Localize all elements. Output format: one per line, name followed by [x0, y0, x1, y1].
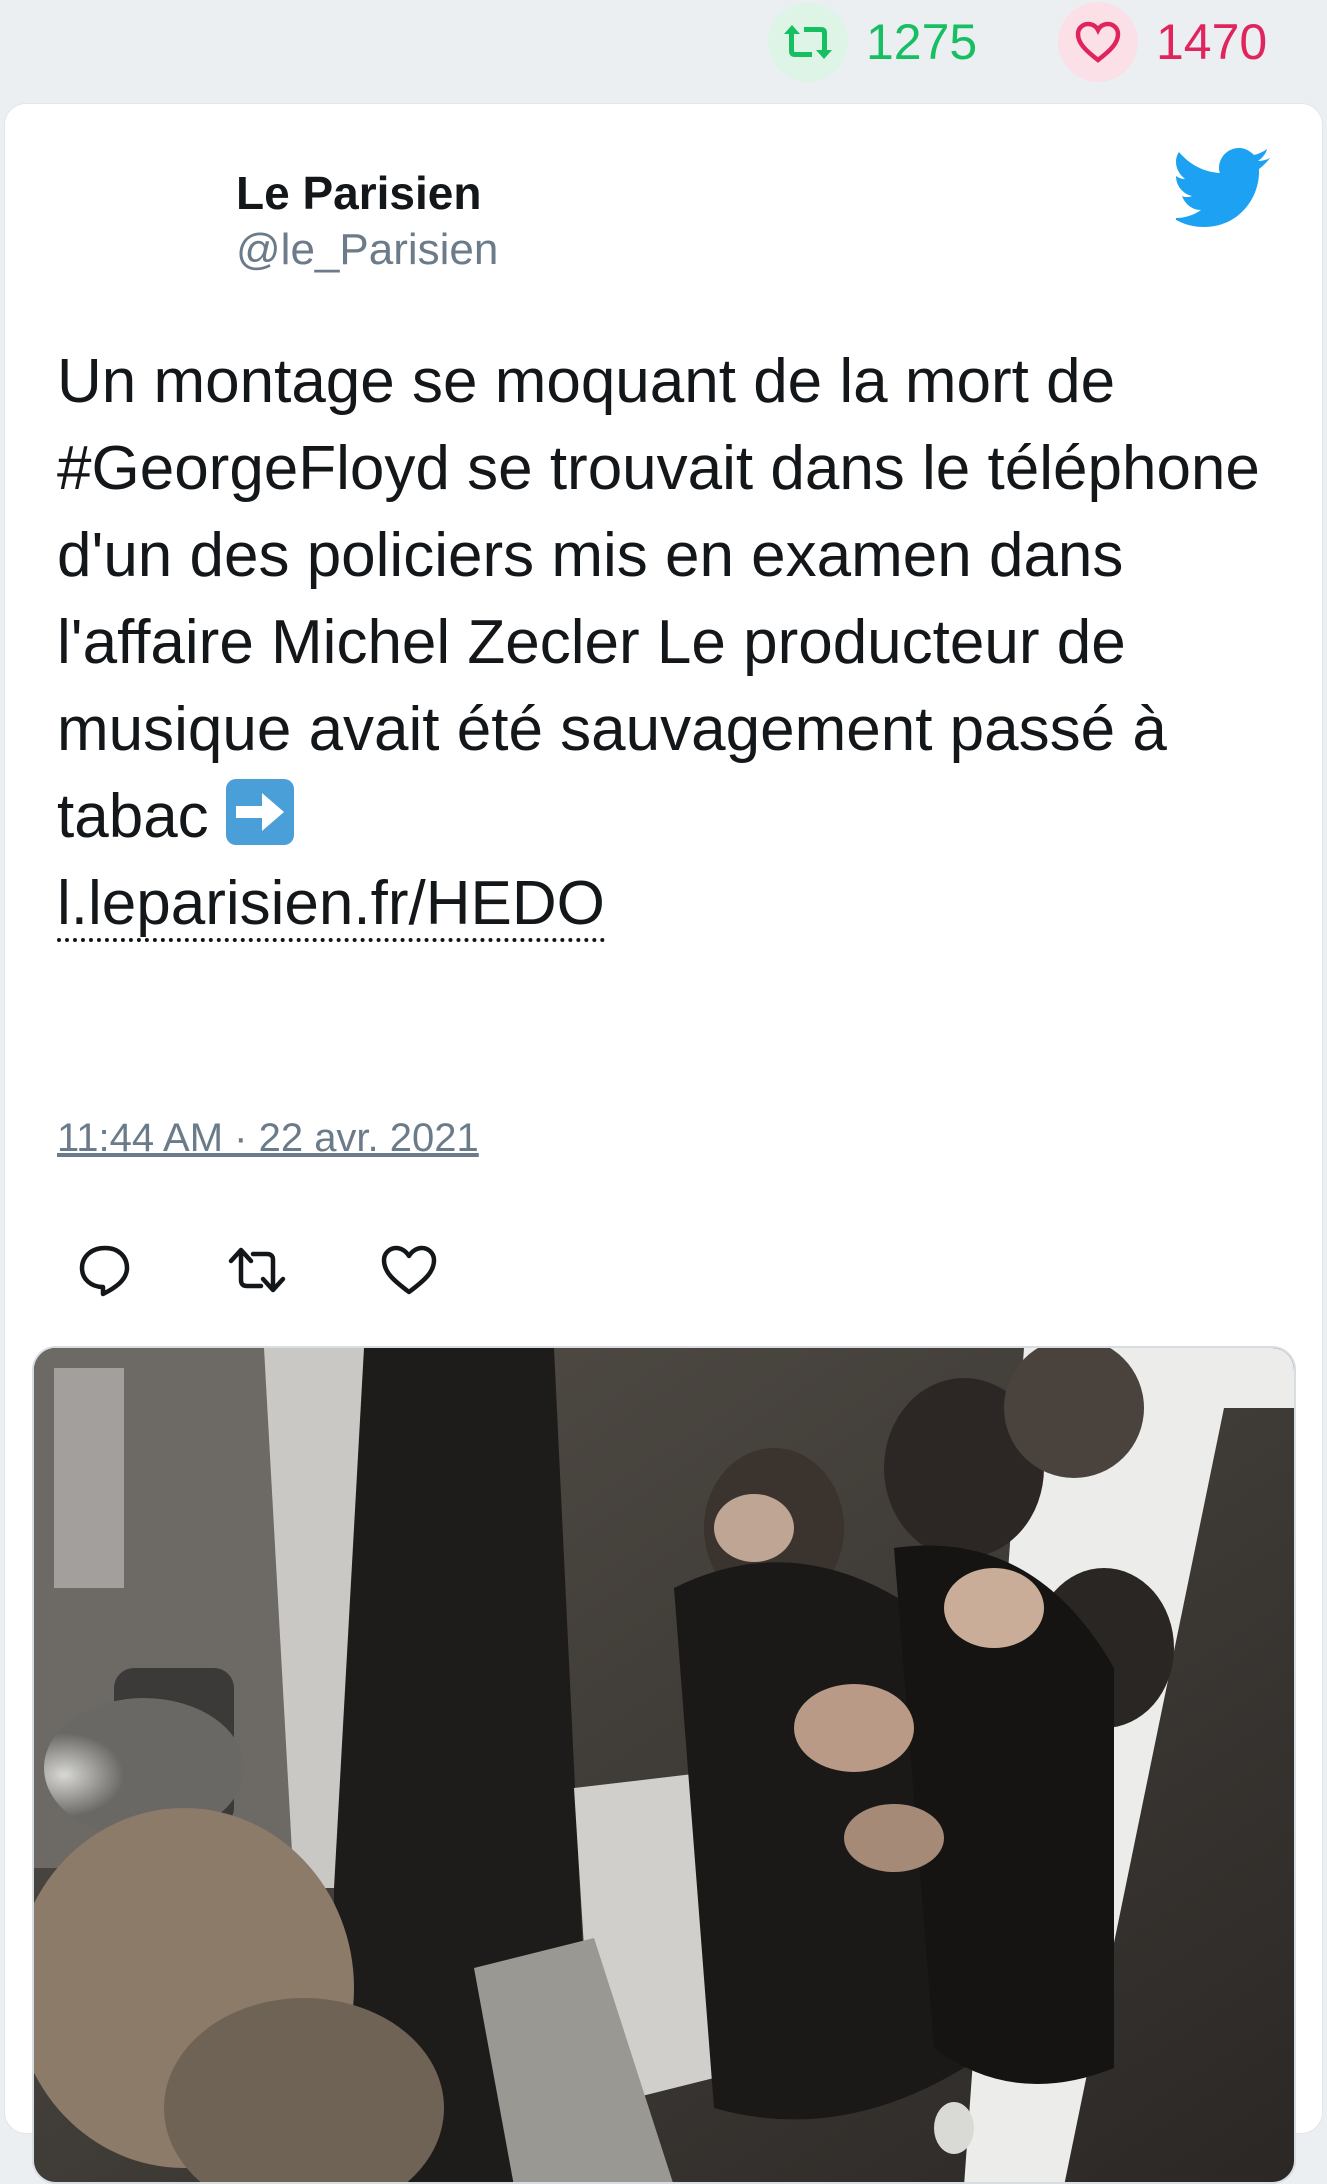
author-name[interactable]: Le Parisien: [236, 164, 498, 222]
like-action-icon[interactable]: [379, 1242, 439, 1298]
retweet-count[interactable]: 1275: [768, 0, 977, 84]
tweet-timestamp[interactable]: 11:44 AM · 22 avr. 2021: [57, 1116, 479, 1161]
arrow-right-icon: [225, 779, 294, 845]
retweet-action-icon[interactable]: [227, 1242, 287, 1298]
like-count-value: 1470: [1156, 14, 1268, 70]
tweet-media-image[interactable]: [32, 1346, 1296, 2184]
cctv-photo: [34, 1348, 1294, 2182]
tweet-actions: [75, 1242, 439, 1298]
tweet-author[interactable]: Le Parisien @le_Parisien: [236, 164, 498, 278]
like-count[interactable]: 1470: [1058, 0, 1267, 84]
stats-bar: 1275 1470: [0, 0, 1327, 100]
tweet-card: Le Parisien @le_Parisien Un montage se m…: [4, 103, 1323, 2184]
retweet-count-value: 1275: [866, 14, 978, 70]
twitter-bird-icon[interactable]: [1173, 148, 1272, 228]
tweet-text: Un montage se moquant de la mort de #Geo…: [57, 338, 1287, 947]
tweet-link[interactable]: l.leparisien.fr/HEDO: [57, 869, 605, 942]
tweet-body: Un montage se moquant de la mort de #Geo…: [57, 347, 1260, 851]
retweet-icon: [768, 2, 848, 82]
author-handle[interactable]: @le_Parisien: [236, 222, 498, 278]
reply-icon[interactable]: [75, 1242, 135, 1298]
heart-icon: [1058, 2, 1138, 82]
